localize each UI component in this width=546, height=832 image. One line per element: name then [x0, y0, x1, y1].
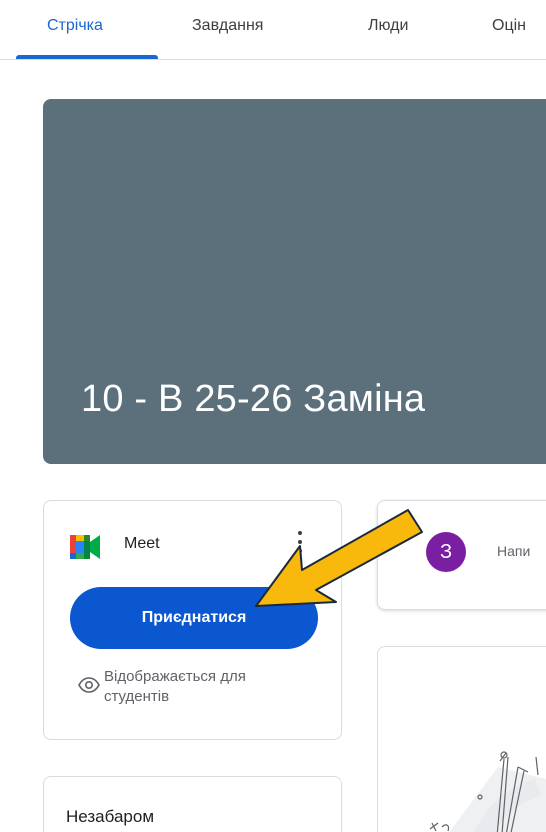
active-tab-indicator	[16, 55, 158, 59]
meet-card: Meet Приєднатися Відображається для студ…	[43, 500, 342, 740]
tab-bar: Стрічка Завдання Люди Оцін	[0, 0, 546, 60]
google-meet-icon	[70, 535, 100, 559]
announcement-composer[interactable]: З Напи	[377, 500, 546, 610]
announcement-input[interactable]: Напи	[497, 543, 530, 559]
class-banner: 10 - В 25-26 Заміна	[43, 99, 546, 464]
upcoming-card: Незабаром	[43, 776, 342, 832]
stream-illustration	[429, 751, 546, 832]
tab-grades[interactable]: Оцін	[492, 17, 526, 35]
illustration-card	[377, 646, 546, 832]
join-meet-button[interactable]: Приєднатися	[70, 587, 318, 649]
eye-icon	[78, 677, 100, 693]
class-title: 10 - В 25-26 Заміна	[81, 378, 426, 420]
tab-classwork[interactable]: Завдання	[192, 17, 263, 35]
upcoming-title: Незабаром	[66, 807, 155, 826]
meet-title: Meet	[124, 535, 160, 552]
classroom-page: Стрічка Завдання Люди Оцін 10 - В 25-26 …	[0, 0, 546, 832]
avatar: З	[426, 532, 466, 572]
tab-people[interactable]: Люди	[368, 17, 408, 35]
visibility-text: Відображається для студентів	[104, 668, 246, 705]
more-vert-icon[interactable]	[290, 527, 310, 559]
tab-stream[interactable]: Стрічка	[47, 17, 103, 35]
